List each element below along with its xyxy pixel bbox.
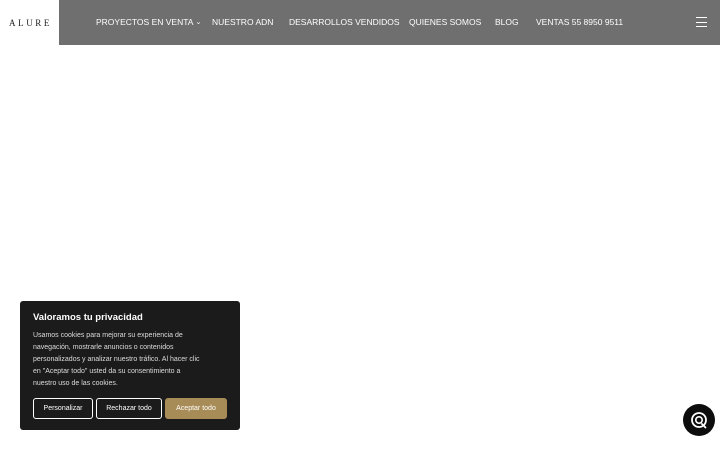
cookie-text-line: nuestro uso de las cookies. <box>33 380 118 387</box>
cookie-text-line: navegación, mostrarle anuncios o conteni… <box>33 344 174 351</box>
nav-item-blog[interactable]: BLOG <box>495 17 519 28</box>
cookie-banner-title: Valoramos tu privacidad <box>33 312 143 323</box>
cookie-text-line: en "Aceptar todo" usted da su consentimi… <box>33 368 181 375</box>
site-header: ALURE PROYECTOS EN VENTA ⌄ NUESTRO ADN DE… <box>0 0 720 45</box>
nav-item-quienes-somos[interactable]: QUIENES SOMOS <box>409 17 481 28</box>
hamburger-menu-icon[interactable] <box>696 17 707 27</box>
reject-all-cookies-button[interactable]: Rechazar todo <box>96 398 162 419</box>
nav-item-ventas-phone[interactable]: VENTAS 55 8950 9511 <box>536 17 623 28</box>
chat-support-button[interactable] <box>683 404 715 436</box>
cookie-consent-banner: Valoramos tu privacidad Usamos cookies p… <box>20 301 240 430</box>
customize-cookies-button[interactable]: Personalizar <box>33 398 93 419</box>
accept-all-cookies-button[interactable]: Aceptar todo <box>165 398 227 419</box>
cookie-banner-text: Usamos cookies para mejorar su experienc… <box>33 330 233 390</box>
chevron-down-icon: ⌄ <box>195 19 202 26</box>
logo-text: ALURE <box>9 17 52 28</box>
cookie-text-line: personalizados y analizar nuestro tráfic… <box>33 356 200 363</box>
nav-item-proyectos[interactable]: PROYECTOS EN VENTA ⌄ <box>96 17 201 28</box>
nav-item-label: PROYECTOS EN VENTA <box>96 17 194 27</box>
nav-item-vendidos[interactable]: DESARROLLOS VENDIDOS <box>289 17 400 28</box>
chat-support-icon <box>691 412 707 429</box>
logo[interactable]: ALURE <box>0 0 59 45</box>
cookie-text-line: Usamos cookies para mejorar su experienc… <box>33 332 183 339</box>
nav-item-adn[interactable]: NUESTRO ADN <box>212 17 273 28</box>
